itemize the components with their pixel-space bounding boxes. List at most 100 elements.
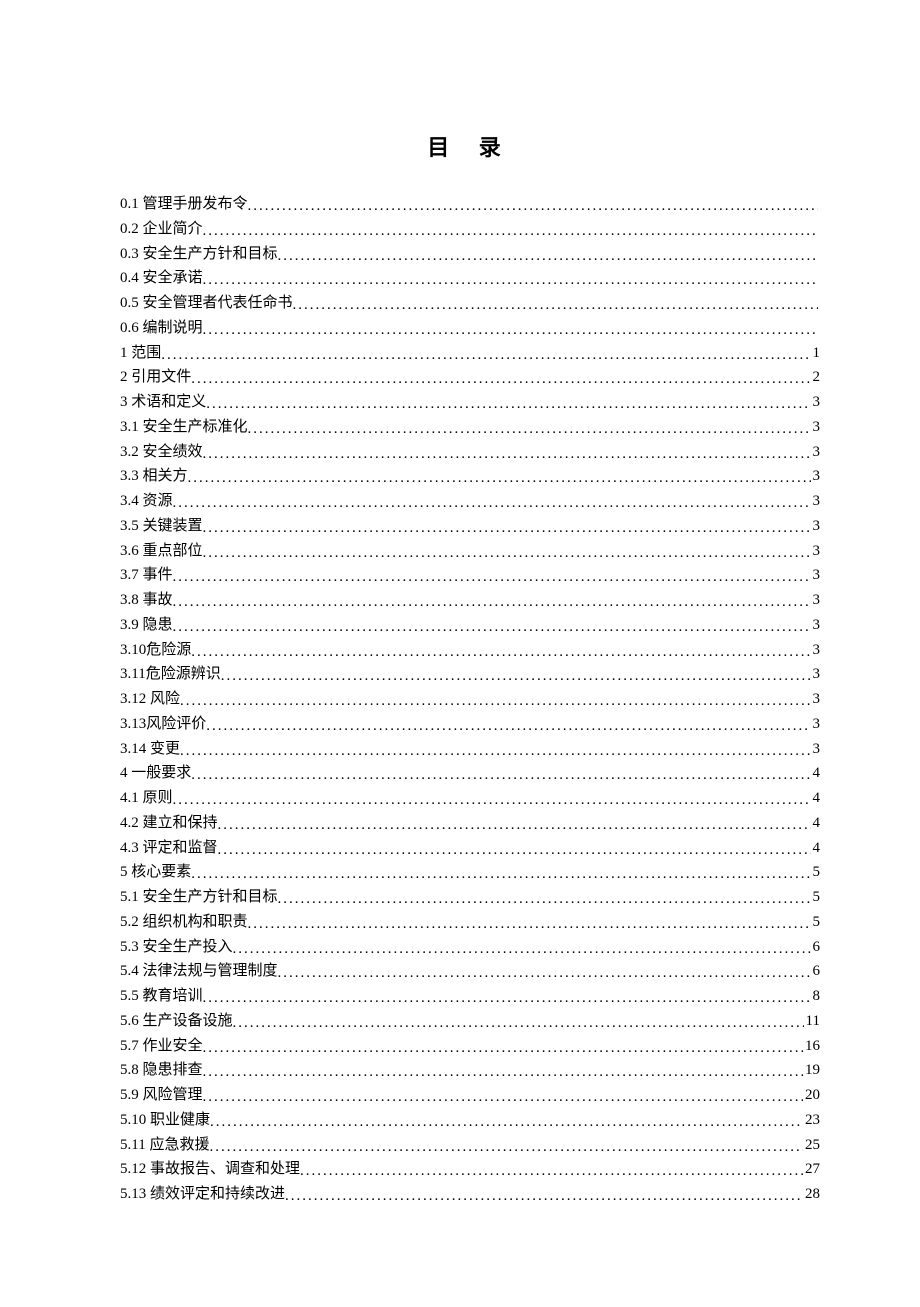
toc-entry: 3.10危险源 3 bbox=[120, 638, 820, 663]
toc-entry-page: 19 bbox=[803, 1058, 820, 1083]
toc-dots bbox=[188, 466, 811, 489]
toc-entry: 4.3 评定和监督4 bbox=[120, 836, 820, 861]
toc-entry: 5.10 职业健康 23 bbox=[120, 1108, 820, 1133]
toc-entry: 5.1 安全生产方针和目标 5 bbox=[120, 885, 820, 910]
toc-entry-page: 20 bbox=[803, 1083, 820, 1108]
toc-dots bbox=[285, 1184, 803, 1207]
toc-entry-label: 4.2 建立和保持 bbox=[120, 811, 218, 836]
toc-entry-page: 3 bbox=[811, 489, 821, 514]
toc-entry-page: 3 bbox=[811, 440, 821, 465]
toc-dots bbox=[203, 541, 811, 564]
toc-entry-label: 3.3 相关方 bbox=[120, 464, 188, 489]
toc-dots bbox=[203, 442, 811, 465]
toc-entry-label: 0.5 安全管理者代表任命书 bbox=[120, 291, 293, 316]
toc-list: 0.1 管理手册发布令0.2 企业简介0.3 安全生产方针和目标0.4 安全承诺… bbox=[120, 192, 820, 1207]
toc-entry-label: 0.4 安全承诺 bbox=[120, 266, 203, 291]
toc-dots bbox=[203, 1036, 803, 1059]
toc-dots bbox=[278, 961, 811, 984]
toc-entry: 2 引用文件 2 bbox=[120, 365, 820, 390]
toc-entry-label: 3.7 事件 bbox=[120, 563, 173, 588]
toc-entry: 3.3 相关方 3 bbox=[120, 464, 820, 489]
toc-entry-label: 5.3 安全生产投入 bbox=[120, 935, 233, 960]
toc-dots bbox=[203, 1085, 803, 1108]
toc-entry-page: 1 bbox=[811, 341, 821, 366]
toc-entry-label: 5.9 风险管理 bbox=[120, 1083, 203, 1108]
toc-dots bbox=[206, 714, 810, 737]
toc-dots bbox=[210, 1110, 803, 1133]
toc-entry-label: 5.12 事故报告、调查和处理 bbox=[120, 1157, 300, 1182]
toc-entry-page: 23 bbox=[803, 1108, 820, 1133]
toc-entry-label: 4 一般要求 bbox=[120, 761, 191, 786]
toc-entry: 0.5 安全管理者代表任命书 bbox=[120, 291, 820, 316]
toc-title: 目 录 bbox=[120, 130, 820, 162]
toc-dots bbox=[203, 986, 811, 1009]
toc-entry: 5.3 安全生产投入 6 bbox=[120, 935, 820, 960]
toc-entry-page: 6 bbox=[811, 959, 821, 984]
toc-dots bbox=[300, 1159, 803, 1182]
toc-dots bbox=[191, 367, 810, 390]
toc-dots bbox=[173, 788, 811, 811]
toc-entry: 5.11 应急救援25 bbox=[120, 1133, 820, 1158]
toc-entry-page: 3 bbox=[811, 539, 821, 564]
toc-entry-page: 11 bbox=[804, 1009, 820, 1034]
toc-entry-page: 3 bbox=[811, 514, 821, 539]
toc-entry-label: 5.1 安全生产方针和目标 bbox=[120, 885, 278, 910]
toc-entry-label: 5.10 职业健康 bbox=[120, 1108, 210, 1133]
toc-entry-label: 5.4 法律法规与管理制度 bbox=[120, 959, 278, 984]
toc-entry-page: 4 bbox=[811, 786, 821, 811]
toc-entry-label: 5.5 教育培训 bbox=[120, 984, 203, 1009]
toc-entry: 5 核心要素 5 bbox=[120, 860, 820, 885]
toc-entry: 5.13 绩效评定和持续改进 28 bbox=[120, 1182, 820, 1207]
toc-dots bbox=[233, 937, 811, 960]
toc-entry: 4 一般要求 4 bbox=[120, 761, 820, 786]
toc-dots bbox=[191, 862, 810, 885]
toc-entry-page: 8 bbox=[811, 984, 821, 1009]
toc-entry-page: 4 bbox=[811, 761, 821, 786]
toc-entry-label: 1 范围 bbox=[120, 341, 161, 366]
toc-dots bbox=[203, 219, 818, 242]
toc-dots bbox=[293, 293, 818, 316]
toc-dots bbox=[233, 1011, 804, 1034]
toc-entry-label: 3.10危险源 bbox=[120, 638, 191, 663]
toc-entry-page: 6 bbox=[811, 935, 821, 960]
toc-entry: 4.2 建立和保持4 bbox=[120, 811, 820, 836]
toc-entry: 0.3 安全生产方针和目标 bbox=[120, 242, 820, 267]
toc-entry-label: 3.14 变更 bbox=[120, 737, 180, 762]
toc-entry-label: 3.1 安全生产标准化 bbox=[120, 415, 248, 440]
toc-entry: 5.9 风险管理 20 bbox=[120, 1083, 820, 1108]
toc-entry-label: 5.13 绩效评定和持续改进 bbox=[120, 1182, 285, 1207]
toc-entry-label: 0.2 企业简介 bbox=[120, 217, 203, 242]
toc-entry: 3.7 事件 3 bbox=[120, 563, 820, 588]
toc-entry: 5.6 生产设备设施11 bbox=[120, 1009, 820, 1034]
toc-entry: 3.12 风险 3 bbox=[120, 687, 820, 712]
toc-entry-page: 4 bbox=[811, 836, 821, 861]
toc-entry: 5.12 事故报告、调查和处理27 bbox=[120, 1157, 820, 1182]
toc-entry-label: 3.11危险源辨识 bbox=[120, 662, 221, 687]
toc-entry-label: 3.6 重点部位 bbox=[120, 539, 203, 564]
toc-entry-page: 25 bbox=[803, 1133, 820, 1158]
toc-dots bbox=[173, 565, 811, 588]
toc-entry-label: 4.1 原则 bbox=[120, 786, 173, 811]
toc-entry-page: 3 bbox=[811, 563, 821, 588]
toc-entry: 1 范围 1 bbox=[120, 341, 820, 366]
toc-entry: 3.6 重点部位 3 bbox=[120, 539, 820, 564]
toc-entry-label: 3.13风险评价 bbox=[120, 712, 206, 737]
toc-dots bbox=[218, 838, 811, 861]
toc-dots bbox=[218, 813, 811, 836]
toc-entry-page: 3 bbox=[811, 662, 821, 687]
toc-entry: 0.4 安全承诺 bbox=[120, 266, 820, 291]
toc-entry-label: 3.5 关键装置 bbox=[120, 514, 203, 539]
toc-entry: 0.2 企业简介 bbox=[120, 217, 820, 242]
toc-entry-page: 3 bbox=[811, 588, 821, 613]
toc-dots bbox=[203, 516, 811, 539]
toc-entry: 5.4 法律法规与管理制度 6 bbox=[120, 959, 820, 984]
document-page: 目 录 0.1 管理手册发布令0.2 企业简介0.3 安全生产方针和目标0.4 … bbox=[0, 0, 920, 1307]
toc-dots bbox=[173, 590, 811, 613]
toc-entry: 3.5 关键装置 3 bbox=[120, 514, 820, 539]
toc-entry-page: 28 bbox=[803, 1182, 820, 1207]
toc-entry: 3.11危险源辨识 3 bbox=[120, 662, 820, 687]
toc-dots bbox=[180, 689, 810, 712]
toc-entry-label: 0.3 安全生产方针和目标 bbox=[120, 242, 278, 267]
toc-entry-page: 3 bbox=[811, 737, 821, 762]
toc-dots bbox=[203, 318, 818, 341]
